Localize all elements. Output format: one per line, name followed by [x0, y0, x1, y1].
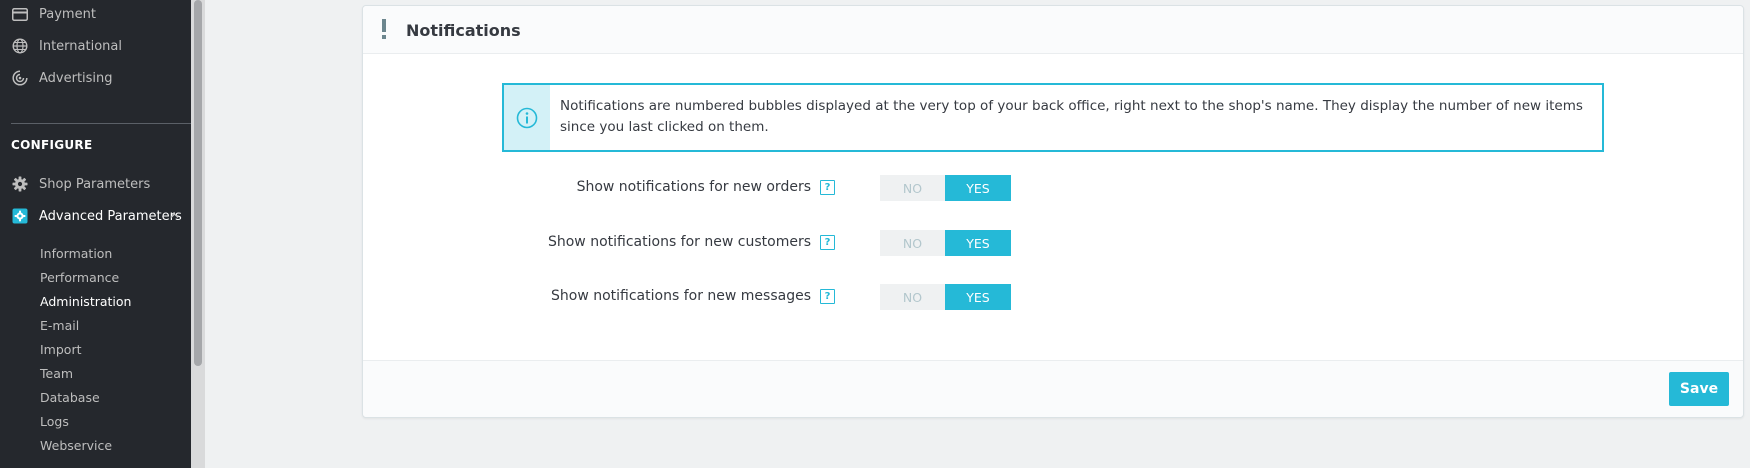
panel-title: Notifications [406, 21, 521, 40]
toggle-no-option[interactable]: NO [880, 230, 945, 256]
help-icon[interactable]: ? [820, 235, 835, 250]
form-row-new-orders: Show notifications for new orders ? NO Y… [363, 175, 1743, 201]
sidebar-item-payment[interactable]: Payment [0, 0, 191, 28]
toggle-yes-option[interactable]: YES [945, 175, 1011, 201]
save-button[interactable]: Save [1669, 372, 1729, 406]
toggle-yes-option[interactable]: YES [945, 284, 1011, 310]
toggle-no-option[interactable]: NO [880, 175, 945, 201]
sidebar-item-shop-parameters[interactable]: Shop Parameters [0, 170, 191, 198]
sidebar-item-label: Advanced Parameters [39, 208, 182, 224]
target-icon [11, 70, 29, 86]
sidebar-item-label: Shop Parameters [39, 176, 151, 192]
sidebar: Payment International Advertising CONFIG… [0, 0, 191, 468]
form-row-new-messages: Show notifications for new messages ? NO… [363, 284, 1743, 310]
sidebar-item-international[interactable]: International [0, 32, 191, 60]
form-row-new-customers: Show notifications for new customers ? N… [363, 230, 1743, 256]
panel-header: Notifications [363, 6, 1743, 54]
sidebar-item-advertising[interactable]: Advertising [0, 64, 191, 92]
form-label: Show notifications for new orders [576, 179, 811, 195]
sidebar-subitem-database[interactable]: Database [40, 390, 100, 405]
toggle-yes-option[interactable]: YES [945, 230, 1011, 256]
chevron-up-icon[interactable] [170, 211, 179, 220]
sidebar-item-label: Payment [39, 6, 96, 22]
payment-card-icon [11, 6, 29, 22]
sidebar-item-advanced-parameters[interactable]: Advanced Parameters [0, 202, 191, 230]
sidebar-subitem-logs[interactable]: Logs [40, 414, 69, 429]
sidebar-divider [11, 123, 191, 124]
sidebar-item-label: Advertising [39, 70, 113, 86]
advanced-gear-icon [11, 208, 29, 224]
sidebar-subitem-administration[interactable]: Administration [40, 294, 131, 309]
form-label: Show notifications for new customers [547, 234, 811, 250]
notifications-panel: Notifications Notifications are numbered… [362, 5, 1744, 418]
sidebar-subitem-import[interactable]: Import [40, 342, 82, 357]
help-icon[interactable]: ? [820, 289, 835, 304]
info-icon [504, 85, 550, 150]
help-icon[interactable]: ? [820, 180, 835, 195]
toggle-no-option[interactable]: NO [880, 284, 945, 310]
sidebar-subitem-email[interactable]: E-mail [40, 318, 79, 333]
info-text: Notifications are numbered bubbles displ… [560, 98, 1583, 135]
sidebar-item-label: International [39, 38, 122, 54]
sidebar-subitem-information[interactable]: Information [40, 246, 112, 261]
sidebar-scrollbar-thumb[interactable] [194, 0, 202, 366]
panel-footer: Save [363, 360, 1743, 417]
sidebar-subitem-performance[interactable]: Performance [40, 270, 119, 285]
toggle-new-customers[interactable]: NO YES [880, 230, 1011, 256]
sidebar-section-configure: CONFIGURE [11, 138, 93, 152]
sidebar-subitem-team[interactable]: Team [40, 366, 73, 381]
exclamation-icon [380, 18, 388, 40]
info-alert: Notifications are numbered bubbles displ… [502, 83, 1604, 152]
toggle-new-messages[interactable]: NO YES [880, 284, 1011, 310]
sidebar-subitem-webservice[interactable]: Webservice [40, 438, 112, 453]
toggle-new-orders[interactable]: NO YES [880, 175, 1011, 201]
form-label: Show notifications for new messages [551, 288, 811, 304]
gear-icon [11, 176, 29, 192]
globe-icon [11, 38, 29, 54]
